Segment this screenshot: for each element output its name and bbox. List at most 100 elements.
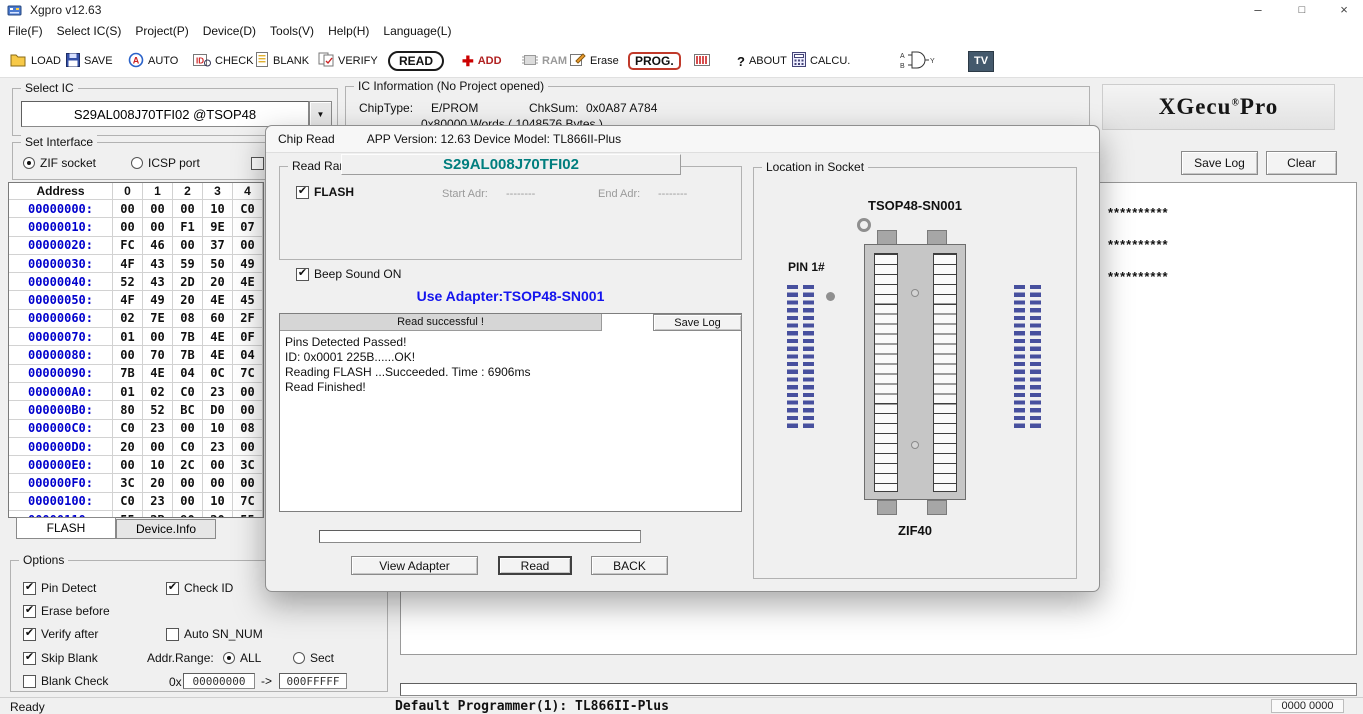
hex-byte[interactable]: 10 bbox=[203, 200, 233, 218]
hex-byte[interactable]: C0 bbox=[113, 420, 143, 438]
hex-byte[interactable]: 46 bbox=[143, 237, 173, 255]
dialog-title-bar[interactable]: Chip Read APP Version: 12.63 Device Mode… bbox=[266, 126, 1099, 153]
hex-byte[interactable]: 43 bbox=[143, 273, 173, 291]
hex-byte[interactable]: 60 bbox=[203, 310, 233, 328]
save-button[interactable]: SAVE bbox=[66, 49, 113, 73]
hex-byte[interactable]: 9E bbox=[203, 218, 233, 236]
hex-byte[interactable]: 00 bbox=[203, 456, 233, 474]
hex-byte[interactable]: C0 bbox=[113, 493, 143, 511]
hex-byte[interactable]: 4E bbox=[203, 328, 233, 346]
read-button[interactable]: Read bbox=[498, 556, 572, 575]
hex-byte[interactable]: 00 bbox=[233, 438, 263, 456]
hex-byte[interactable]: F1 bbox=[173, 218, 203, 236]
hex-byte[interactable]: 08 bbox=[173, 310, 203, 328]
hex-byte[interactable]: 00 bbox=[143, 438, 173, 456]
hex-byte[interactable]: 2C bbox=[173, 456, 203, 474]
hex-byte[interactable]: 23 bbox=[143, 420, 173, 438]
hex-byte[interactable]: 00 bbox=[173, 200, 203, 218]
hex-byte[interactable]: 50 bbox=[203, 255, 233, 273]
hex-byte[interactable]: 00 bbox=[203, 474, 233, 492]
hex-byte[interactable]: 2F bbox=[233, 310, 263, 328]
hex-byte[interactable]: 4E bbox=[143, 365, 173, 383]
clear-button[interactable]: Clear bbox=[1266, 151, 1337, 175]
ic-dropdown-button[interactable]: ▼ bbox=[309, 101, 332, 127]
hex-byte[interactable]: 00 bbox=[143, 328, 173, 346]
hex-byte[interactable]: 59 bbox=[173, 255, 203, 273]
beep-sound-checkbox[interactable]: Beep Sound ON bbox=[296, 267, 401, 281]
dialog-save-log-button[interactable]: Save Log bbox=[653, 314, 742, 331]
hex-byte[interactable]: 49 bbox=[143, 291, 173, 309]
hex-byte[interactable]: C0 bbox=[173, 383, 203, 401]
menu-toolsv[interactable]: Tools(V) bbox=[270, 24, 325, 38]
hex-byte[interactable]: 3C bbox=[113, 474, 143, 492]
icsp-port-radio[interactable]: ICSP port bbox=[131, 156, 200, 170]
check-id-checkbox[interactable]: Check ID bbox=[166, 581, 233, 595]
read-toolbar-button[interactable]: READ bbox=[388, 49, 444, 73]
hex-byte[interactable]: 00 bbox=[233, 383, 263, 401]
hex-byte[interactable]: 55 bbox=[113, 511, 143, 518]
hex-byte[interactable]: 20 bbox=[173, 291, 203, 309]
logic-test-button[interactable]: ABY bbox=[900, 49, 936, 73]
hex-byte[interactable]: 0F bbox=[233, 328, 263, 346]
hex-byte[interactable]: 00 bbox=[173, 420, 203, 438]
hex-byte[interactable]: FC bbox=[113, 237, 143, 255]
hex-byte[interactable]: 00 bbox=[113, 200, 143, 218]
verify-after-checkbox[interactable]: Verify after bbox=[23, 627, 98, 641]
hex-byte[interactable]: 4F bbox=[113, 291, 143, 309]
hex-byte[interactable]: 23 bbox=[203, 383, 233, 401]
hex-byte[interactable]: 20 bbox=[143, 474, 173, 492]
blank-button[interactable]: BLANK bbox=[255, 49, 309, 73]
hex-byte[interactable]: 00 bbox=[143, 218, 173, 236]
hex-byte[interactable]: 00 bbox=[113, 218, 143, 236]
hex-byte[interactable]: 00 bbox=[143, 200, 173, 218]
hex-byte[interactable]: 23 bbox=[143, 493, 173, 511]
hex-byte[interactable]: 52 bbox=[113, 273, 143, 291]
hex-byte[interactable]: 00 bbox=[173, 237, 203, 255]
save-log-button[interactable]: Save Log bbox=[1181, 151, 1258, 175]
hex-byte[interactable]: BC bbox=[173, 401, 203, 419]
about-button[interactable]: ? ABOUT bbox=[737, 49, 787, 73]
tab-device-info[interactable]: Device.Info bbox=[116, 519, 216, 539]
hex-byte[interactable]: 70 bbox=[143, 346, 173, 364]
hex-byte[interactable]: 90 bbox=[173, 511, 203, 518]
hex-byte[interactable]: 00 bbox=[173, 493, 203, 511]
hex-byte[interactable]: 49 bbox=[233, 255, 263, 273]
blank-check-checkbox[interactable]: Blank Check bbox=[23, 674, 108, 688]
hex-byte[interactable]: 10 bbox=[203, 493, 233, 511]
hex-byte[interactable]: 45 bbox=[233, 291, 263, 309]
menu-selectics[interactable]: Select IC(S) bbox=[57, 24, 133, 38]
hex-byte[interactable]: 4E bbox=[203, 291, 233, 309]
addr-range-all-radio[interactable]: ALL bbox=[223, 651, 261, 665]
hex-byte[interactable]: 52 bbox=[143, 401, 173, 419]
menu-languagel[interactable]: Language(L) bbox=[383, 24, 462, 38]
hex-byte[interactable]: 2B bbox=[143, 511, 173, 518]
hex-byte[interactable]: 20 bbox=[203, 511, 233, 518]
tab-flash[interactable]: FLASH bbox=[16, 517, 116, 539]
menu-filef[interactable]: File(F) bbox=[8, 24, 54, 38]
hex-byte[interactable]: 80 bbox=[113, 401, 143, 419]
menu-projectp[interactable]: Project(P) bbox=[135, 24, 199, 38]
range-end-input[interactable]: 000FFFFF bbox=[279, 673, 347, 689]
view-adapter-button[interactable]: View Adapter bbox=[351, 556, 478, 575]
tv-button[interactable]: TV bbox=[968, 49, 994, 73]
skip-blank-checkbox[interactable]: Skip Blank bbox=[23, 651, 98, 665]
hex-byte[interactable]: 00 bbox=[233, 237, 263, 255]
zif-socket-radio[interactable]: ZIF socket bbox=[23, 156, 96, 170]
hex-byte[interactable]: 7B bbox=[173, 328, 203, 346]
hex-byte[interactable]: 7B bbox=[113, 365, 143, 383]
title-bar[interactable]: Xgpro v12.63 – □ × bbox=[0, 0, 1363, 20]
hex-byte[interactable]: 00 bbox=[113, 456, 143, 474]
icsp-vcc-checkbox[interactable] bbox=[251, 156, 264, 170]
check-button[interactable]: ID CHECK bbox=[193, 49, 254, 73]
minimize-button[interactable]: – bbox=[1245, 0, 1271, 20]
hex-byte[interactable]: 55 bbox=[233, 511, 263, 518]
prog-button[interactable]: PROG. bbox=[628, 49, 681, 73]
add-button[interactable]: ✚ ADD bbox=[462, 49, 502, 73]
hex-byte[interactable]: 7C bbox=[233, 365, 263, 383]
hex-byte[interactable]: 02 bbox=[143, 383, 173, 401]
flash-checkbox[interactable]: FLASH bbox=[296, 185, 354, 199]
hex-byte[interactable]: 37 bbox=[203, 237, 233, 255]
hex-byte[interactable]: 01 bbox=[113, 328, 143, 346]
hex-byte[interactable]: 04 bbox=[173, 365, 203, 383]
verify-button[interactable]: VERIFY bbox=[318, 49, 378, 73]
